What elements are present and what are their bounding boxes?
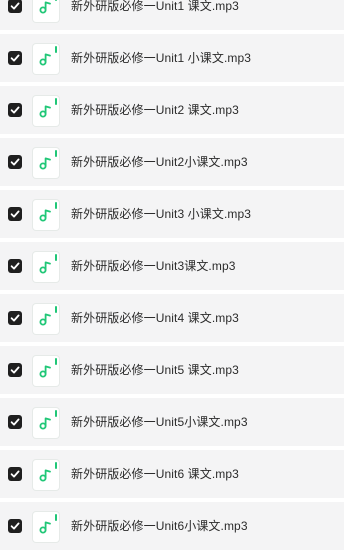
check-icon xyxy=(10,2,20,10)
file-list: 新外研版必修一Unit1 课文.mp3 新外研版必修一Unit1 小课文.mp3… xyxy=(0,0,344,554)
file-row[interactable]: 新外研版必修一Unit2小课文.mp3 xyxy=(0,138,344,186)
music-file-icon xyxy=(33,200,59,230)
checkbox-checked[interactable] xyxy=(8,207,22,221)
file-name[interactable]: 新外研版必修一Unit1 课文.mp3 xyxy=(71,0,239,30)
checkbox-checked[interactable] xyxy=(8,51,22,65)
checkbox-checked[interactable] xyxy=(8,103,22,117)
file-row[interactable]: 新外研版必修一Unit6 课文.mp3 xyxy=(0,450,344,498)
file-name[interactable]: 新外研版必修一Unit2小课文.mp3 xyxy=(71,138,248,186)
music-file-icon xyxy=(33,96,59,126)
checkbox-checked[interactable] xyxy=(8,311,22,325)
check-icon xyxy=(10,418,20,426)
checkbox-checked[interactable] xyxy=(8,0,22,13)
file-row[interactable]: 新外研版必修一Unit1 课文.mp3 xyxy=(0,0,344,30)
file-name[interactable]: 新外研版必修一Unit5 课文.mp3 xyxy=(71,346,239,394)
check-icon xyxy=(10,210,20,218)
music-file-icon xyxy=(33,408,59,438)
file-name[interactable]: 新外研版必修一Unit6小课文.mp3 xyxy=(71,502,248,550)
music-file-icon xyxy=(33,512,59,542)
music-file-icon xyxy=(33,356,59,386)
file-name[interactable]: 新外研版必修一Unit3 小课文.mp3 xyxy=(71,190,251,238)
checkbox-checked[interactable] xyxy=(8,415,22,429)
file-name[interactable]: 新外研版必修一Unit3课文.mp3 xyxy=(71,242,236,290)
checkbox-checked[interactable] xyxy=(8,519,22,533)
file-row[interactable]: 新外研版必修一Unit5 课文.mp3 xyxy=(0,346,344,394)
music-file-icon xyxy=(33,252,59,282)
check-icon xyxy=(10,262,20,270)
checkbox-checked[interactable] xyxy=(8,363,22,377)
file-name[interactable]: 新外研版必修一Unit2 课文.mp3 xyxy=(71,86,239,134)
check-icon xyxy=(10,314,20,322)
file-row[interactable]: 新外研版必修一Unit4 课文.mp3 xyxy=(0,294,344,342)
file-row[interactable]: 新外研版必修一Unit5小课文.mp3 xyxy=(0,398,344,446)
file-name[interactable]: 新外研版必修一Unit5小课文.mp3 xyxy=(71,398,248,446)
file-row[interactable]: 新外研版必修一Unit3课文.mp3 xyxy=(0,242,344,290)
check-icon xyxy=(10,366,20,374)
check-icon xyxy=(10,470,20,478)
check-icon xyxy=(10,106,20,114)
file-row[interactable]: 新外研版必修一Unit6小课文.mp3 xyxy=(0,502,344,550)
check-icon xyxy=(10,522,20,530)
checkbox-checked[interactable] xyxy=(8,467,22,481)
check-icon xyxy=(10,158,20,166)
file-row[interactable]: 新外研版必修一Unit3 小课文.mp3 xyxy=(0,190,344,238)
file-name[interactable]: 新外研版必修一Unit6 课文.mp3 xyxy=(71,450,239,498)
file-row[interactable]: 新外研版必修一Unit2 课文.mp3 xyxy=(0,86,344,134)
check-icon xyxy=(10,54,20,62)
file-name[interactable]: 新外研版必修一Unit1 小课文.mp3 xyxy=(71,34,251,82)
music-file-icon xyxy=(33,304,59,334)
music-file-icon xyxy=(33,0,59,22)
checkbox-checked[interactable] xyxy=(8,259,22,273)
file-row[interactable]: 新外研版必修一Unit1 小课文.mp3 xyxy=(0,34,344,82)
music-file-icon xyxy=(33,460,59,490)
music-file-icon xyxy=(33,148,59,178)
file-name[interactable]: 新外研版必修一Unit4 课文.mp3 xyxy=(71,294,239,342)
music-file-icon xyxy=(33,44,59,74)
checkbox-checked[interactable] xyxy=(8,155,22,169)
